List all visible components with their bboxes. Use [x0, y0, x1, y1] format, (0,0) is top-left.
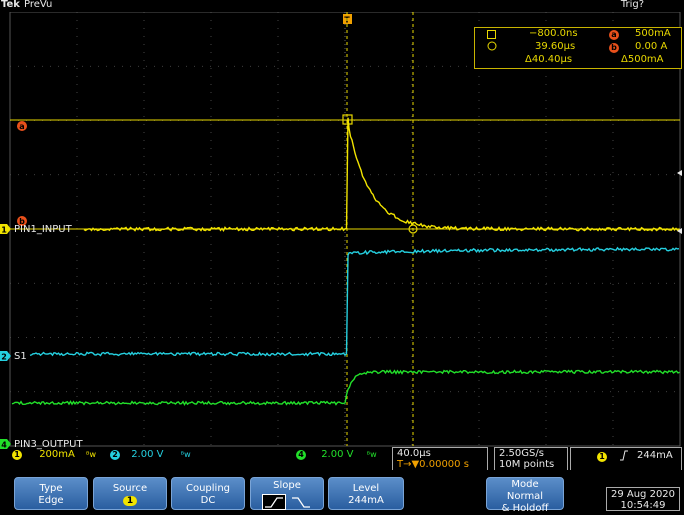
cursor-delta-value: Δ500mA: [621, 54, 664, 65]
ch1-badge: 1: [12, 450, 22, 460]
ch4-bandwidth-icon: ᴮw: [367, 450, 377, 459]
trigger-mode-value: Normal: [487, 491, 563, 503]
ch1-marker-number: 1: [1, 226, 7, 235]
ch4-scale: 2.00 V: [321, 449, 353, 460]
cursor-b-badge: b: [609, 43, 619, 53]
trigger-state: Trig?: [621, 0, 644, 10]
date-time: 29 Aug 2020 10:54:49: [606, 487, 680, 511]
timebase-value: 40.0µs: [397, 448, 431, 459]
cursor-a-badge: a: [609, 30, 619, 40]
record-length: 10M points: [499, 459, 554, 470]
cursor1-time: −800.0ns: [529, 28, 578, 39]
ch4-trace: [12, 371, 680, 405]
trigger-level-readout: 244mA: [637, 450, 673, 461]
trigger-slope-button[interactable]: Slope: [250, 477, 324, 510]
trigger-type-value: Edge: [15, 495, 87, 507]
trigger-type-button[interactable]: Type Edge: [14, 477, 88, 510]
ch1-status[interactable]: 1 200mA ᴮw: [12, 449, 96, 460]
ch1-scale: 200mA: [39, 449, 75, 460]
ch4-badge: 4: [296, 450, 306, 460]
rising-edge-icon: [619, 450, 629, 464]
cursor-b-value: 0.00 A: [635, 41, 667, 52]
ch4-status[interactable]: 4 2.00 V ᴮw: [296, 449, 377, 460]
cursor2-time: 39.60µs: [535, 41, 575, 52]
ch2-status[interactable]: 2 2.00 V ᴮw: [110, 449, 191, 460]
cursor-delta-time: Δ40.40µs: [525, 54, 572, 65]
trigger-holdoff-value: & Holdoff: [487, 503, 563, 515]
trigger-mode-button[interactable]: Mode Normal & Holdoff: [486, 477, 564, 510]
ch1-label: PIN1_INPUT: [14, 224, 73, 235]
trigger-source-label: Source: [94, 483, 166, 495]
ch1-trace: [84, 118, 679, 231]
trigger-coupling-value: DC: [172, 495, 244, 507]
sample-rate: 2.50GS/s: [499, 448, 544, 459]
ch2-bandwidth-icon: ᴮw: [181, 450, 191, 459]
trigger-type-label: Type: [15, 483, 87, 495]
trigger-level-label: Level: [329, 483, 403, 495]
ch2-badge: 2: [110, 450, 120, 460]
date: 29 Aug 2020: [607, 489, 679, 500]
cursor-a-level-letter: a: [19, 122, 24, 131]
slope-falling-icon[interactable]: [290, 495, 312, 509]
trigger-mode-label: Mode: [487, 479, 563, 491]
trigger-source-chip: 1: [123, 496, 137, 506]
trigger-position: T→▼0.00000 s: [397, 459, 469, 470]
time: 10:54:49: [607, 500, 679, 511]
acquisition-state: PreVu: [24, 0, 52, 10]
trigger-source-badge: 1: [597, 452, 607, 462]
ch2-label: S1: [14, 351, 27, 362]
waveform-screen[interactable]: T124abPIN1_INPUTS1PIN3_OUTPUT: [0, 0, 684, 513]
oscilloscope-display: T124abPIN1_INPUTS1PIN3_OUTPUT Tek PreVu …: [0, 0, 684, 513]
slope-rising-icon[interactable]: [262, 494, 286, 510]
cursor-readout: −800.0ns 39.60µs Δ40.40µs a 500mA b 0.00…: [474, 27, 682, 69]
top-status-bar: Tek PreVu Trig?: [0, 0, 684, 12]
ch4-marker-number: 4: [1, 441, 7, 450]
ch2-scale: 2.00 V: [131, 449, 163, 460]
cursor-a-value: 500mA: [635, 28, 671, 39]
ch2-marker-number: 2: [1, 353, 7, 362]
trigger-level-value: 244mA: [329, 495, 403, 507]
trigger-source-button[interactable]: Source 1: [93, 477, 167, 510]
trigger-slope-label: Slope: [251, 480, 323, 492]
ch2-trace: [30, 248, 679, 356]
trigger-level-button[interactable]: Level 244mA: [328, 477, 404, 510]
trigger-coupling-button[interactable]: Coupling DC: [171, 477, 245, 510]
trigger-coupling-label: Coupling: [172, 483, 244, 495]
brand-logo: Tek: [1, 0, 20, 10]
cursor2-marker-icon: [487, 41, 497, 54]
ch1-bandwidth-icon: ᴮw: [86, 450, 96, 459]
